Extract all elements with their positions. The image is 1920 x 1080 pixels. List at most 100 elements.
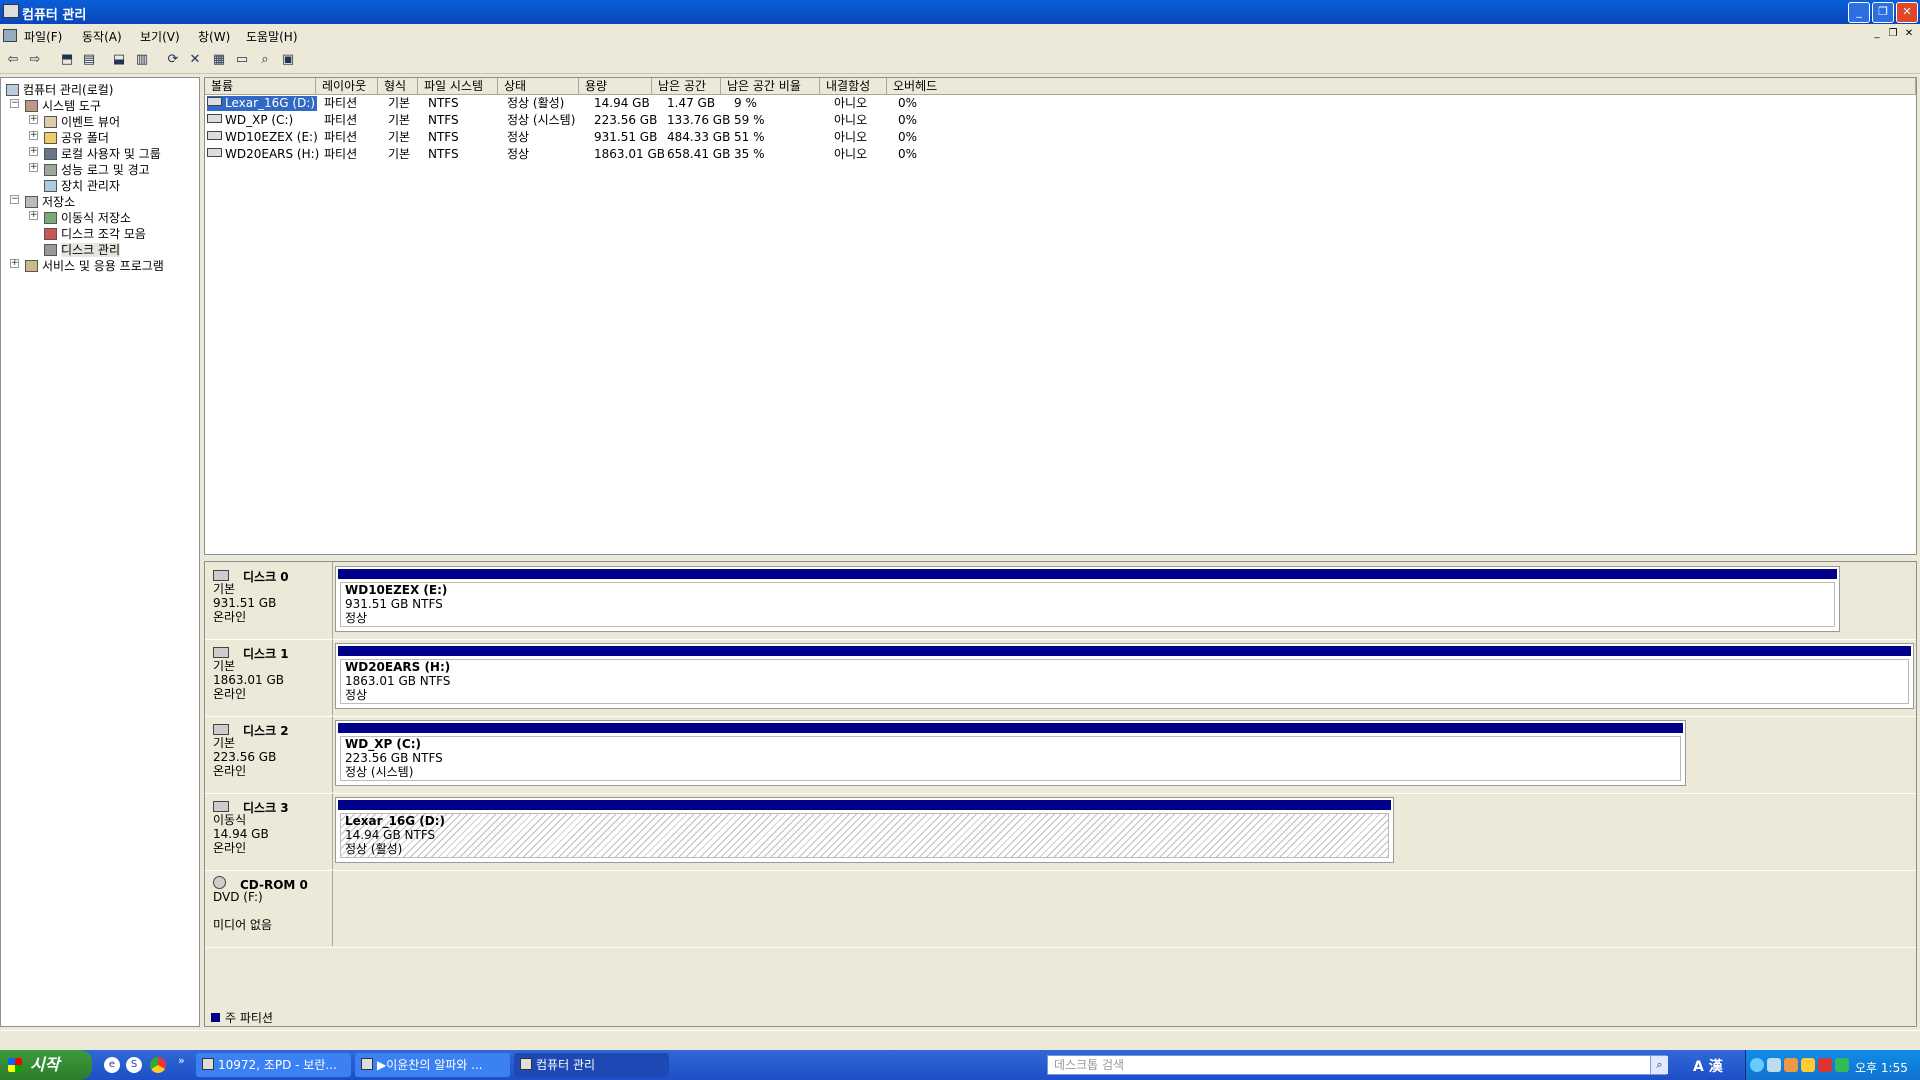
status-cell: 정상: [507, 147, 530, 161]
settings-icon[interactable]: ▣: [279, 51, 297, 69]
expand-event-viewer[interactable]: +: [29, 115, 38, 124]
partition-block[interactable]: WD20EARS (H:) 1863.01 GB NTFS 정상: [335, 643, 1914, 709]
expand-local-users[interactable]: +: [29, 147, 38, 156]
expand-perf-logs[interactable]: +: [29, 163, 38, 172]
forward-icon[interactable]: ⇨: [26, 51, 44, 69]
col-capacity[interactable]: 용량: [579, 78, 652, 94]
users-icon: [44, 148, 57, 160]
ie-icon[interactable]: e: [104, 1057, 120, 1073]
col-filesystem[interactable]: 파일 시스템: [418, 78, 498, 94]
delete-icon[interactable]: ✕: [186, 51, 204, 69]
disk-icon: [213, 570, 229, 581]
disk-label[interactable]: 디스크 2 기본 223.56 GB 온라인: [205, 716, 333, 792]
disk-label[interactable]: 디스크 0 기본 931.51 GB 온라인: [205, 562, 333, 638]
tray-app-icon[interactable]: [1801, 1058, 1815, 1072]
disk-status: 온라인: [213, 764, 247, 778]
back-icon[interactable]: ⇦: [4, 51, 22, 69]
free-space-cell: 1.47 GB: [667, 96, 716, 110]
maximize-button[interactable]: ❐: [1872, 2, 1894, 23]
partition-block-selected[interactable]: Lexar_16G (D:) 14.94 GB NTFS 정상 (활성): [335, 797, 1394, 863]
properties-sheet-icon[interactable]: ▦: [210, 51, 228, 69]
free-percent-cell: 35 %: [734, 147, 765, 161]
disk-management-icon: [44, 244, 57, 256]
col-overhead[interactable]: 오버헤드: [887, 78, 1916, 94]
system-menu-icon[interactable]: [3, 29, 17, 42]
col-free-percent[interactable]: 남은 공간 비율: [721, 78, 820, 94]
tree-item-storage[interactable]: 저장소: [25, 193, 75, 209]
col-layout[interactable]: 레이아웃: [316, 78, 378, 94]
desktop-search-input[interactable]: 데스크톱 검색: [1047, 1055, 1667, 1075]
cdrom-label[interactable]: CD-ROM 0 DVD (F:) 미디어 없음: [205, 870, 333, 946]
tree-item-local-users[interactable]: 로컬 사용자 및 그룹: [44, 145, 161, 161]
menu-window[interactable]: 창(W): [198, 28, 230, 45]
properties-icon[interactable]: ⬓: [110, 51, 128, 69]
tree-item-disk-management[interactable]: 디스크 관리: [44, 241, 121, 257]
fault-tolerance-cell: 아니오: [834, 113, 868, 127]
col-type[interactable]: 형식: [378, 78, 418, 94]
tray-app-icon[interactable]: [1835, 1058, 1849, 1072]
network-icon[interactable]: [1767, 1058, 1781, 1072]
security-icon[interactable]: [1784, 1058, 1798, 1072]
help-icon[interactable]: ▥: [133, 51, 151, 69]
disk-label[interactable]: 디스크 1 기본 1863.01 GB 온라인: [205, 639, 333, 715]
tree-item-device-manager[interactable]: 장치 관리자: [44, 177, 120, 193]
search-icon[interactable]: ⌕: [1650, 1056, 1668, 1074]
up-folder-icon[interactable]: ⬒: [58, 51, 76, 69]
menu-help[interactable]: 도움말(H): [246, 28, 298, 45]
col-fault-tolerance[interactable]: 내결함성: [820, 78, 887, 94]
menu-action[interactable]: 동작(A): [82, 28, 122, 45]
partition-block[interactable]: WD_XP (C:) 223.56 GB NTFS 정상 (시스템): [335, 720, 1686, 786]
minimize-button[interactable]: _: [1848, 2, 1870, 23]
collapse-system-tools[interactable]: −: [10, 99, 19, 108]
tray-app-icon[interactable]: [1818, 1058, 1832, 1072]
start-button[interactable]: 시작: [0, 1050, 92, 1080]
search-icon[interactable]: ⌕: [256, 51, 274, 69]
open-folder-icon[interactable]: ▭: [233, 51, 251, 69]
col-free-space[interactable]: 남은 공간: [652, 78, 721, 94]
volume-list-header: 볼륨 레이아웃 형식 파일 시스템 상태 용량 남은 공간 남은 공간 비율 내…: [205, 78, 1916, 95]
tree-item-system-tools[interactable]: 시스템 도구: [25, 97, 101, 113]
mdi-close-button[interactable]: ✕: [1902, 28, 1916, 41]
menu-file[interactable]: 파일(F): [24, 28, 62, 45]
disk-label[interactable]: 디스크 3 이동식 14.94 GB 온라인: [205, 793, 333, 869]
disk-size: 223.56 GB: [213, 750, 277, 764]
taskbar-task-3-active[interactable]: 컴퓨터 관리: [514, 1053, 669, 1077]
tools-icon: [25, 100, 38, 112]
overhead-cell: 0%: [898, 130, 918, 144]
tree-item-root[interactable]: 컴퓨터 관리(로컬): [6, 81, 113, 97]
tree-item-perf-logs[interactable]: 성능 로그 및 경고: [44, 161, 150, 177]
s-app-icon[interactable]: S: [126, 1057, 142, 1073]
close-button[interactable]: ✕: [1896, 2, 1918, 23]
taskbar-task-2[interactable]: ▶이윤찬의 알파와 ...: [355, 1053, 510, 1077]
refresh-icon[interactable]: ⟳: [164, 51, 182, 69]
mdi-restore-button[interactable]: ❐: [1886, 28, 1900, 41]
partition-title: WD20EARS (H:): [345, 660, 451, 674]
tree-item-event-viewer[interactable]: 이벤트 뷰어: [44, 113, 120, 129]
clock[interactable]: 오후 1:55: [1855, 1059, 1908, 1076]
partition-status: 정상 (시스템): [345, 765, 414, 779]
usb-drive-icon: [207, 97, 222, 106]
defrag-icon: [44, 228, 57, 240]
menu-view[interactable]: 보기(V): [140, 28, 180, 45]
show-hide-tree-icon[interactable]: ▤: [80, 51, 98, 69]
tree-item-services-apps[interactable]: 서비스 및 응용 프로그램: [25, 257, 164, 273]
capacity-cell: 14.94 GB: [594, 96, 650, 110]
taskbar: 시작 e S » 10972, 조PD - 보란... ▶이윤찬의 알파와 ..…: [0, 1050, 1920, 1080]
taskbar-task-1[interactable]: 10972, 조PD - 보란...: [196, 1053, 351, 1077]
expand-shared-folders[interactable]: +: [29, 131, 38, 140]
mdi-minimize-button[interactable]: _: [1870, 28, 1884, 41]
ime-indicator[interactable]: A 漢: [1693, 1056, 1723, 1076]
more-quicklaunch-icon[interactable]: »: [178, 1054, 185, 1067]
col-volume[interactable]: 볼륨: [205, 78, 316, 94]
collapse-storage[interactable]: −: [10, 195, 19, 204]
expand-services-apps[interactable]: +: [10, 259, 19, 268]
tray-expand-icon[interactable]: [1750, 1058, 1764, 1072]
tree-item-removable-storage[interactable]: 이동식 저장소: [44, 209, 131, 225]
tree-item-defrag[interactable]: 디스크 조각 모음: [44, 225, 146, 241]
chrome-icon[interactable]: [150, 1057, 166, 1073]
expand-removable-storage[interactable]: +: [29, 211, 38, 220]
col-status[interactable]: 상태: [498, 78, 579, 94]
tree-item-shared-folders[interactable]: 공유 폴더: [44, 129, 109, 145]
partition-block[interactable]: WD10EZEX (E:) 931.51 GB NTFS 정상: [335, 566, 1840, 632]
hard-drive-icon: [207, 114, 222, 123]
